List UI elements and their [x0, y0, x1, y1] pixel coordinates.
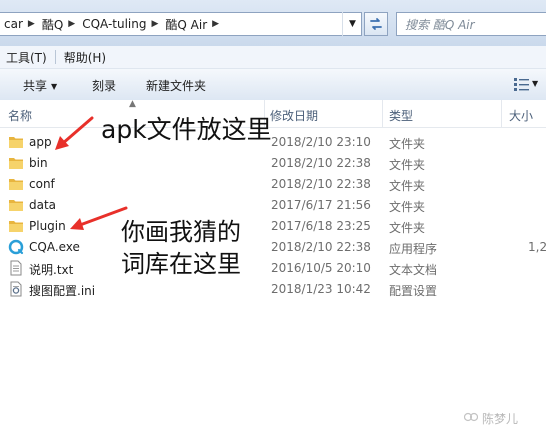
watermark-logo-icon: [464, 412, 478, 422]
annotation-plugin-line2: 词库在这里: [121, 250, 241, 278]
annotation-plugin-line1: 你画我猜的: [121, 218, 241, 246]
annotation-plugin-note: 你画我猜的 词库在这里: [121, 216, 241, 280]
arrow-to-plugin-icon: [70, 206, 128, 230]
annotation-apk-note: apk文件放这里: [101, 115, 272, 144]
watermark-text: 陈梦儿: [482, 412, 519, 426]
annotation-arrows: [55, 116, 128, 230]
arrow-to-app-icon: [55, 116, 94, 150]
